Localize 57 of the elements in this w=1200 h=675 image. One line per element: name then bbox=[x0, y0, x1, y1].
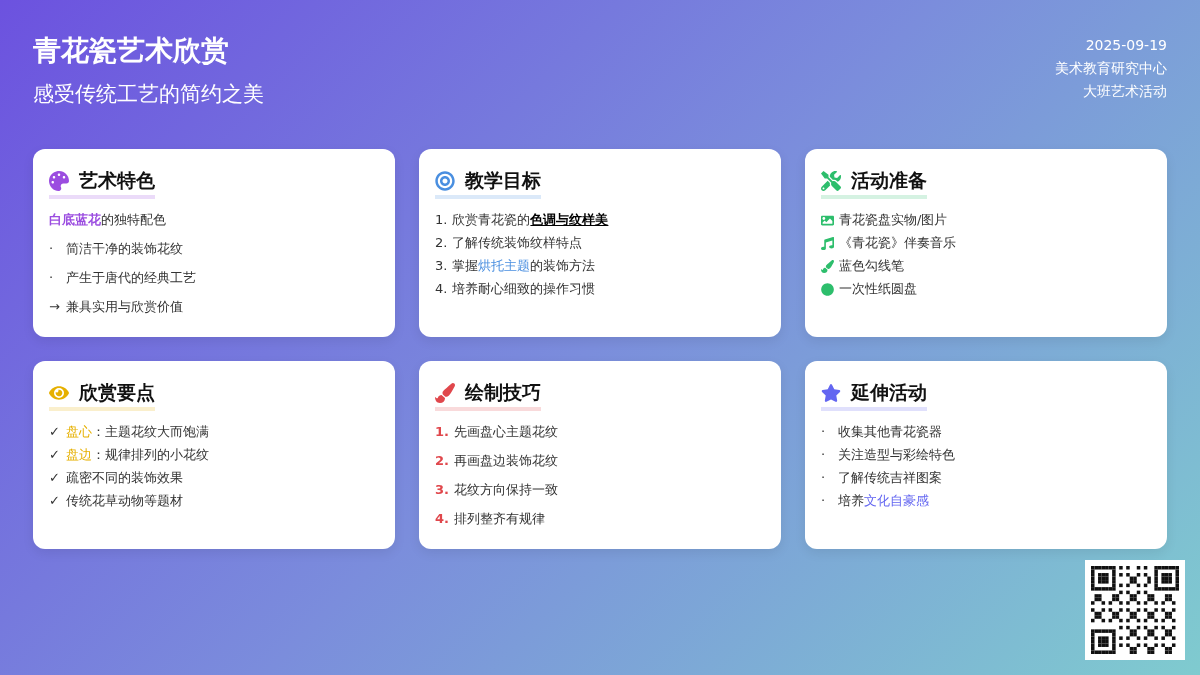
list-item-text: 了解传统吉祥图案 bbox=[838, 469, 942, 487]
list-marker: 1. bbox=[435, 211, 448, 229]
list-item-text: 传统花草动物等题材 bbox=[66, 492, 183, 510]
list-marker: · bbox=[821, 446, 827, 464]
list-marker: · bbox=[49, 240, 55, 258]
list-marker: ✓ bbox=[49, 423, 61, 441]
card-title: 欣赏要点 bbox=[79, 380, 155, 405]
image-icon bbox=[821, 213, 834, 227]
list-item-text: 培养耐心细致的操作习惯 bbox=[452, 280, 596, 298]
card-title: 艺术特色 bbox=[79, 168, 155, 193]
card-title: 延伸活动 bbox=[851, 380, 927, 405]
list-item-text: 盘心：主题花纹大而饱满 bbox=[66, 423, 209, 441]
list-item-text: 收集其他青花瓷器 bbox=[838, 423, 942, 441]
list-marker: · bbox=[821, 492, 827, 510]
list-marker: ✓ bbox=[49, 469, 61, 487]
list-marker: · bbox=[821, 423, 827, 441]
list-item-text: 一次性纸圆盘 bbox=[839, 280, 917, 298]
list-item-text: 欣赏青花瓷的色调与纹样美 bbox=[452, 211, 609, 229]
list-item-text: 关注造型与彩绘特色 bbox=[838, 446, 955, 464]
list-item-text: 青花瓷盘实物/图片 bbox=[839, 211, 948, 229]
list-item-text: 兼具实用与欣赏价值 bbox=[66, 298, 183, 316]
list-item-text: 培养文化自豪感 bbox=[838, 492, 929, 510]
header-info: 美术教育研究中心 bbox=[1055, 59, 1167, 78]
list-marker: 3. bbox=[435, 481, 449, 499]
list-marker: 4. bbox=[435, 510, 449, 528]
header-info: 2025-09-19 bbox=[1085, 36, 1167, 55]
header-info: 大班艺术活动 bbox=[1083, 82, 1167, 101]
list-item-text: 产生于唐代的经典工艺 bbox=[66, 269, 196, 287]
list-marker: ✓ bbox=[49, 446, 61, 464]
list-marker: · bbox=[49, 269, 55, 287]
card-title: 绘制技巧 bbox=[465, 380, 541, 405]
card-title: 教学目标 bbox=[465, 168, 541, 193]
list-marker: 4. bbox=[435, 280, 448, 298]
list-marker: 2. bbox=[435, 452, 449, 470]
list-marker: → bbox=[49, 298, 61, 316]
list-item-text: 《青花瓷》伴奏音乐 bbox=[839, 234, 956, 252]
list-item-text: 蓝色勾线笔 bbox=[839, 257, 904, 275]
paintbrush-icon bbox=[821, 259, 834, 273]
list-item-text: 再画盘边装饰花纹 bbox=[454, 452, 558, 470]
list-item-text: 先画盘心主题花纹 bbox=[454, 423, 558, 441]
list-item-text: 疏密不同的装饰效果 bbox=[66, 469, 183, 487]
list-item-text: 了解传统装饰纹样特点 bbox=[452, 234, 583, 252]
list-marker: 1. bbox=[435, 423, 449, 441]
music-note-icon bbox=[821, 236, 834, 250]
card-title: 活动准备 bbox=[851, 168, 927, 193]
list-marker: 3. bbox=[435, 257, 448, 275]
list-item-text: 简洁干净的装饰花纹 bbox=[66, 240, 183, 258]
list-item-text: 掌握烘托主题的装饰方法 bbox=[452, 257, 596, 275]
list-item-text: 盘边：规律排列的小花纹 bbox=[66, 446, 209, 464]
page-subtitle: 感受传统工艺的简约之美 bbox=[33, 81, 264, 108]
list-item-text: 白底蓝花的独特配色 bbox=[49, 211, 166, 229]
list-marker: · bbox=[821, 469, 827, 487]
list-marker: 2. bbox=[435, 234, 448, 252]
list-marker: ✓ bbox=[49, 492, 61, 510]
list-item-text: 花纹方向保持一致 bbox=[454, 481, 558, 499]
list-item-text: 排列整齐有规律 bbox=[454, 510, 545, 528]
page-title: 青花瓷艺术欣赏 bbox=[33, 33, 230, 69]
